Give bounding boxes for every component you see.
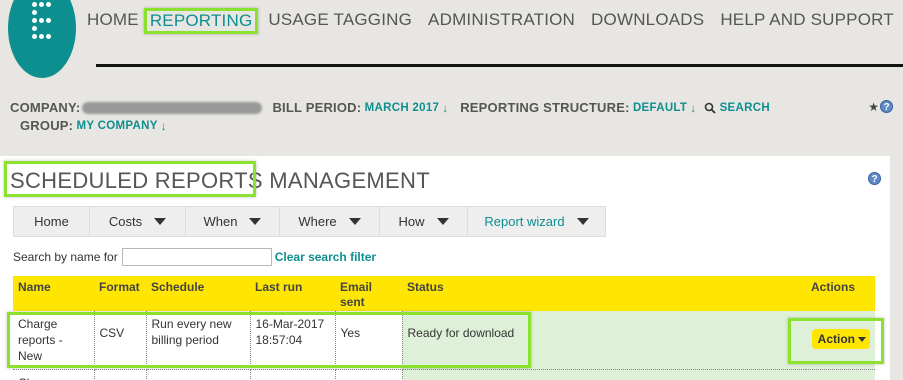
help-icon[interactable]: ?	[880, 100, 893, 113]
menu-report-wizard-label: Report wizard	[484, 214, 565, 229]
menu-where[interactable]: Where	[280, 207, 380, 236]
bill-period-value[interactable]: MARCH 2017	[365, 102, 440, 114]
ee-logo[interactable]	[8, 0, 76, 78]
reporting-structure-value[interactable]: DEFAULT	[633, 102, 687, 114]
clear-search-filter-link[interactable]: Clear search filter	[275, 250, 376, 264]
column-header-status[interactable]: Status	[402, 276, 806, 311]
favourite-star-icon[interactable]: ★	[868, 100, 879, 114]
chevron-down-icon	[348, 218, 361, 225]
table-header-row: Name Format Schedule Last run Email sent…	[13, 276, 875, 311]
cell-actions	[806, 369, 875, 380]
search-link[interactable]: SEARCH	[720, 102, 770, 114]
column-header-email-sent[interactable]: Email sent	[335, 276, 402, 311]
action-highlight	[788, 318, 884, 364]
cell-last-run	[250, 369, 336, 380]
menu-when-label: When	[203, 214, 238, 229]
group-arrow-icon[interactable]: ↓	[161, 119, 167, 133]
column-header-format[interactable]: Format	[94, 276, 146, 311]
chevron-down-icon	[249, 218, 262, 225]
group-value[interactable]: MY COMPANY	[77, 120, 158, 132]
column-header-schedule[interactable]: Schedule	[146, 276, 250, 311]
nav-home[interactable]: HOME	[82, 8, 144, 34]
chevron-down-icon	[576, 218, 589, 225]
nav-help-and-support[interactable]: HELP AND SUPPORT	[715, 8, 899, 34]
menu-how[interactable]: How	[380, 207, 468, 236]
column-header-name[interactable]: Name	[13, 276, 94, 311]
cell-email-sent	[335, 369, 403, 380]
nav-reporting[interactable]: REPORTING	[143, 8, 259, 34]
column-header-actions: Actions	[806, 276, 875, 311]
cell-name: Charge	[13, 369, 95, 380]
chevron-down-icon	[154, 218, 167, 225]
menu-home-label: Home	[34, 214, 69, 229]
menu-home[interactable]: Home	[14, 207, 90, 236]
chevron-down-icon	[436, 218, 449, 225]
nav-downloads[interactable]: DOWNLOADS	[586, 8, 709, 34]
main-nav: HOME REPORTING USAGE TAGGING ADMINISTRAT…	[82, 8, 903, 34]
menu-report-wizard[interactable]: Report wizard	[468, 207, 605, 236]
company-bar: COMPANY: BILL PERIOD: MARCH 2017 ↓ REPOR…	[0, 96, 903, 136]
search-icon[interactable]	[704, 102, 716, 114]
menu-when[interactable]: When	[186, 207, 280, 236]
cell-format	[94, 369, 147, 380]
logo-e-glyph	[32, 2, 56, 56]
row-highlight	[7, 312, 531, 368]
nav-administration[interactable]: ADMINISTRATION	[423, 8, 580, 34]
reports-menu-bar: Home Costs When Where How Report wizard	[13, 206, 606, 237]
menu-where-label: Where	[298, 214, 337, 229]
search-input[interactable]	[121, 248, 272, 266]
panel-help-icon[interactable]: ?	[868, 172, 881, 185]
title-highlight	[4, 161, 256, 197]
group-label: GROUP:	[20, 118, 74, 133]
menu-how-label: How	[398, 214, 425, 229]
table-row: Charge	[13, 369, 875, 380]
search-label: Search by name for	[13, 250, 118, 264]
company-name-redacted	[82, 101, 263, 114]
menu-costs[interactable]: Costs	[90, 207, 186, 236]
cell-status	[402, 369, 806, 380]
reporting-structure-label: REPORTING STRUCTURE:	[460, 100, 630, 115]
menu-costs-label: Costs	[108, 214, 143, 229]
top-header: HOME REPORTING USAGE TAGGING ADMINISTRAT…	[0, 0, 903, 78]
reporting-structure-arrow-icon[interactable]: ↓	[690, 101, 696, 115]
column-header-last-run[interactable]: Last run	[250, 276, 335, 311]
cell-schedule	[146, 369, 251, 380]
company-label: COMPANY:	[10, 100, 81, 115]
search-row: Search by name for Clear search filter	[13, 248, 376, 266]
bill-period-label: BILL PERIOD:	[272, 100, 362, 115]
nav-usage-tagging[interactable]: USAGE TAGGING	[263, 8, 417, 34]
bill-period-arrow-icon[interactable]: ↓	[442, 101, 448, 115]
header-divider	[96, 64, 903, 67]
